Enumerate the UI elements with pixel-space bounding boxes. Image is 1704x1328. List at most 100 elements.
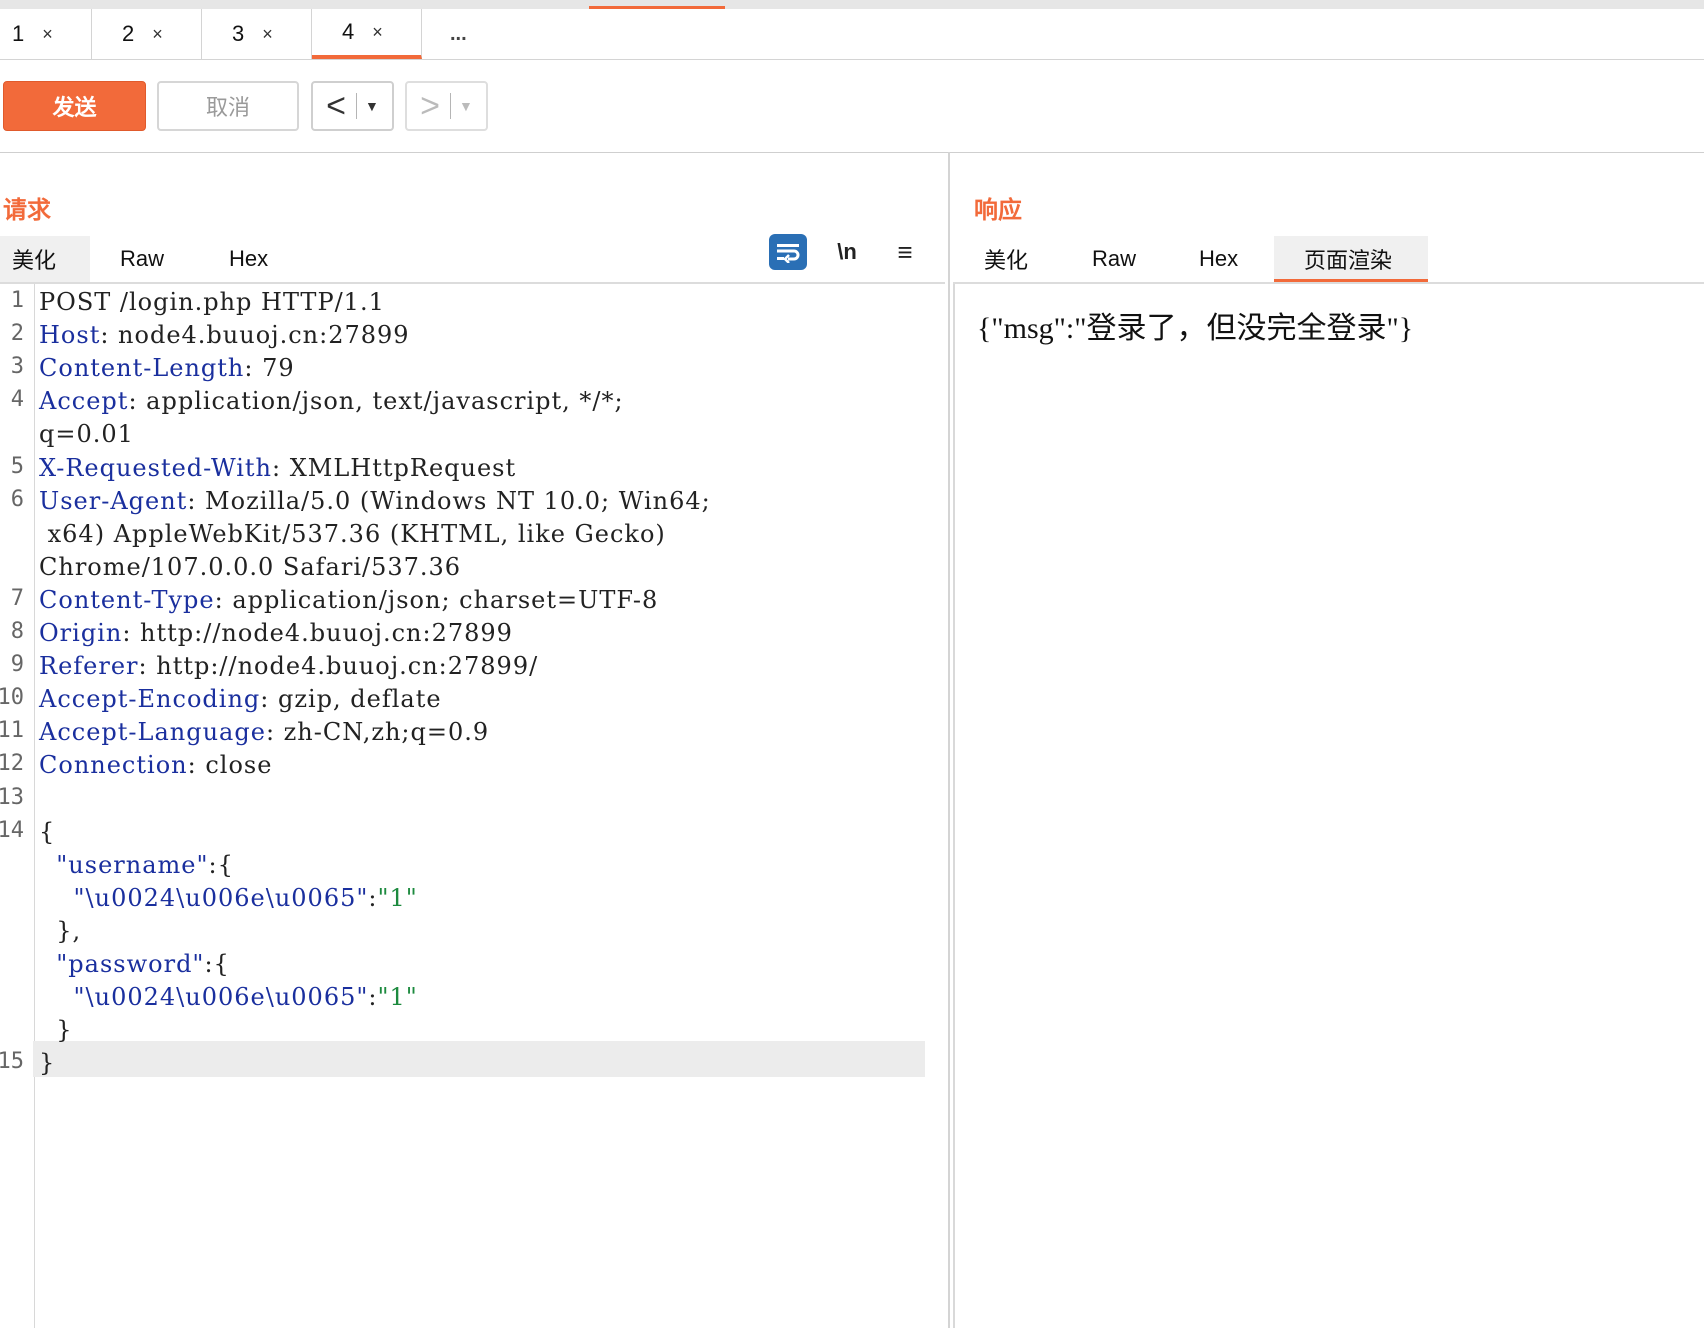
json-key: "password" — [39, 950, 205, 978]
header-value: Chrome/107.0.0.0 Safari/537.36 — [39, 552, 462, 581]
json-punct: } — [39, 1016, 73, 1045]
tab-3[interactable]: 3 × — [202, 9, 312, 59]
line-number: 6 — [10, 486, 24, 512]
header-name: Accept — [39, 387, 129, 416]
close-icon[interactable]: × — [372, 22, 383, 43]
newline-icon[interactable]: \n — [832, 234, 862, 270]
json-punct: }, — [39, 916, 82, 945]
header-value: q=0.01 — [39, 420, 134, 449]
history-back-button[interactable]: < ▼ — [311, 81, 394, 131]
code-text: Accept: application/json, text/javascrip… — [39, 387, 624, 415]
json-key: "\u0024\u006e\u0065" — [39, 883, 369, 912]
tab-2[interactable]: 2 × — [92, 9, 202, 59]
header-value: : close — [187, 751, 273, 780]
header-name: Content-Type — [39, 585, 215, 614]
dropdown-icon[interactable]: ▼ — [365, 98, 379, 114]
line-number: 12 — [0, 751, 24, 777]
header-value: : Mozilla/5.0 (Windows NT 10.0; Win64; — [187, 486, 711, 515]
request-title: 请求 — [3, 197, 51, 224]
close-icon[interactable]: × — [152, 24, 163, 45]
line-number: 9 — [10, 652, 24, 678]
code-line: "\u0024\u006e\u0065":"1" — [0, 880, 945, 916]
rendered-response-body: {"msg":"登录了，但没完全登录"} — [977, 312, 1414, 345]
header-name: Host — [39, 321, 101, 350]
code-line: 5 X-Requested-With: XMLHttpRequest — [0, 450, 945, 486]
code-line: "username":{ — [0, 847, 945, 883]
code-line: }, — [0, 913, 945, 949]
tab-response-render[interactable]: 页面渲染 — [1304, 236, 1392, 282]
response-tabs-border — [953, 282, 1704, 284]
json-punct: } — [39, 1049, 56, 1078]
code-text: "\u0024\u006e\u0065":"1" — [39, 884, 418, 912]
header-value: : 79 — [244, 354, 295, 383]
code-text: Origin: http://node4.buuoj.cn:27899 — [39, 619, 513, 647]
header-value: : node4.buuoj.cn:27899 — [100, 321, 410, 350]
tab-label: 3 — [232, 21, 245, 46]
header-value: : application/json, text/javascript, */*… — [128, 387, 624, 416]
code-line: 15} — [0, 1045, 945, 1081]
code-text: POST /login.php HTTP/1.1 — [39, 288, 385, 316]
response-pane-border — [953, 282, 955, 1328]
tab-request-hex[interactable]: Hex — [229, 236, 268, 282]
code-text: Content-Type: application/json; charset=… — [39, 586, 658, 614]
line-number: 7 — [10, 585, 24, 611]
code-text: "username":{ — [39, 851, 234, 879]
tab-response-raw[interactable]: Raw — [1092, 236, 1136, 282]
code-text: }, — [39, 917, 81, 945]
chevron-left-icon: < — [326, 87, 346, 125]
repeater-tab-bar: 1 × 2 × 3 × 4 × ... — [0, 9, 1704, 60]
tab-request-raw[interactable]: Raw — [120, 236, 164, 282]
header-name: Accept-Language — [39, 718, 266, 747]
code-line: 1 POST /login.php HTTP/1.1 — [0, 284, 945, 320]
code-line: 2 Host: node4.buuoj.cn:27899 — [0, 317, 945, 353]
close-icon[interactable]: × — [262, 24, 273, 45]
line-number: 13 — [0, 784, 24, 810]
json-key: "username" — [39, 850, 209, 879]
header-value: : application/json; charset=UTF-8 — [214, 585, 659, 614]
json-key: "\u0024\u006e\u0065" — [39, 983, 369, 1012]
code-text: Accept-Language: zh-CN,zh;q=0.9 — [39, 718, 489, 746]
tab-request-pretty[interactable]: 美化 — [12, 236, 56, 282]
tab-response-pretty[interactable]: 美化 — [984, 236, 1028, 282]
line-number: 8 — [10, 619, 24, 644]
header-value: x64) AppleWebKit/537.36 (KHTML, like Gec… — [39, 519, 666, 548]
line-number: 4 — [10, 387, 24, 413]
json-punct: { — [39, 817, 56, 846]
code-line: 6 User-Agent: Mozilla/5.0 (Windows NT 10.… — [0, 483, 945, 519]
code-line: 7 Content-Type: application/json; charset… — [0, 582, 945, 618]
response-title: 响应 — [974, 197, 1022, 224]
tab-response-hex[interactable]: Hex — [1199, 236, 1238, 282]
more-tabs-button[interactable]: ... — [450, 9, 467, 59]
header-name: Origin — [39, 619, 123, 647]
header-value: POST /login.php HTTP/1.1 — [39, 288, 385, 316]
code-text: Chrome/107.0.0.0 Safari/537.36 — [39, 553, 461, 581]
pane-divider[interactable] — [948, 152, 950, 1328]
code-line: 4 Accept: application/json, text/javascri… — [0, 383, 945, 419]
tab-1[interactable]: 1 × — [0, 9, 92, 59]
header-value: : gzip, deflate — [260, 685, 442, 714]
send-button[interactable]: 发送 — [3, 81, 146, 131]
dropdown-icon[interactable]: ▼ — [459, 98, 473, 114]
code-line: 14 { — [0, 814, 945, 850]
code-text: } — [39, 1016, 73, 1044]
separator — [450, 93, 451, 119]
word-wrap-icon[interactable] — [769, 234, 807, 270]
history-forward-button[interactable]: > ▼ — [405, 81, 488, 131]
code-text: "\u0024\u006e\u0065":"1" — [39, 983, 418, 1011]
header-value: : XMLHttpRequest — [271, 453, 517, 482]
header-value: : zh-CN,zh;q=0.9 — [265, 718, 490, 747]
tab-4[interactable]: 4 × — [312, 9, 422, 59]
chevron-right-icon: > — [420, 87, 440, 125]
menu-icon[interactable]: ≡ — [890, 234, 920, 270]
code-line: Chrome/107.0.0.0 Safari/537.36 — [0, 549, 945, 585]
line-number: 3 — [10, 354, 24, 380]
json-punct: :{ — [208, 850, 234, 879]
code-line: 9 Referer: http://node4.buuoj.cn:27899/ — [0, 648, 945, 684]
line-number: 11 — [0, 718, 24, 744]
code-text: User-Agent: Mozilla/5.0 (Windows NT 10.0… — [39, 487, 711, 515]
json-string-value: "1" — [377, 983, 418, 1012]
line-number: 1 — [10, 288, 24, 313]
cancel-button[interactable]: 取消 — [157, 81, 299, 131]
request-editor[interactable]: 1 POST /login.php HTTP/1.1 2 Host: node4.bu… — [0, 284, 945, 1328]
close-icon[interactable]: × — [42, 24, 53, 45]
